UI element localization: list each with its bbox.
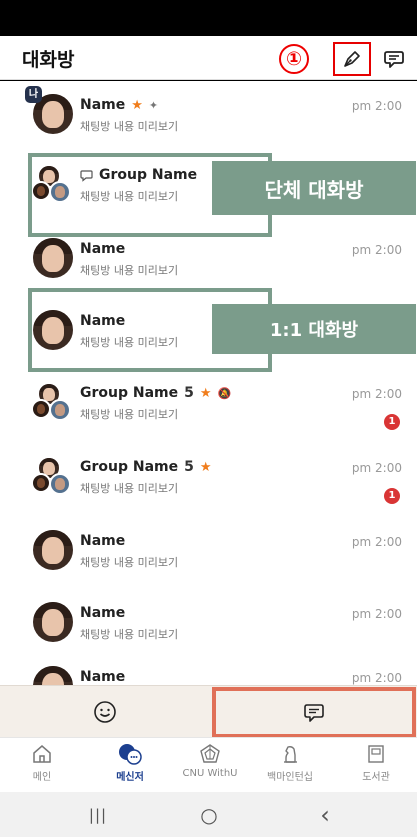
smiley-icon [94,701,116,723]
tab-cnu-withu[interactable]: CNU WithU [170,738,250,793]
chat-row[interactable]: Name 채팅방 내용 미리보기 pm 2:00 [0,227,417,297]
chat-preview: 채팅방 내용 미리보기 [80,408,179,421]
emoji-bar [0,685,417,738]
chat-name: Name [80,669,126,685]
chat-row[interactable]: 나 Name ★ ✦ 채팅방 내용 미리보기 pm 2:00 [0,83,417,153]
new-chat-button[interactable] [381,46,407,72]
avatar [33,530,73,570]
chat-name: Name [80,533,126,549]
chat-row[interactable]: Name 채팅방 내용 미리보기 pm 2:00 [0,519,417,589]
chat-time: pm 2:00 [351,99,402,113]
back-button[interactable]: ‹ [300,800,350,830]
group-chat-annotation: 단체 대화방 [212,161,416,215]
member-count: 5 [184,459,194,475]
emoji-button[interactable] [93,700,117,724]
pen-icon [344,51,360,67]
chat-row[interactable]: Group Name 5 ★ 🔕 채팅방 내용 미리보기 pm 2:00 1 [0,371,417,441]
unread-badge: 1 [384,414,400,430]
mute-icon: 🔕 [217,386,232,400]
member-count: 5 [184,385,194,401]
avatar [33,602,73,642]
compose-button[interactable] [333,42,371,76]
me-badge: 나 [25,86,42,103]
tab-internship[interactable]: 백마인턴십 [250,738,330,793]
chat-row[interactable]: Group Name 5 ★ 채팅방 내용 미리보기 pm 2:00 1 [0,445,417,515]
tab-main[interactable]: 메인 [2,738,82,793]
chat-name: Name [80,605,126,621]
bottom-tab-bar: 메인 메신저 CNU WithU 백마인턴십 도서관 [0,737,417,792]
chat-row[interactable]: Name pm 2:00 [0,655,417,685]
chat-preview: 채팅방 내용 미리보기 [80,264,179,277]
chat-preview: 채팅방 내용 미리보기 [80,628,179,641]
chat-name: Name ★ ✦ [80,97,159,113]
page-title: 대화방 [22,49,75,71]
tab-messenger[interactable]: 메신저 [90,738,170,793]
chat-list[interactable]: 나 Name ★ ✦ 채팅방 내용 미리보기 pm 2:00 Group Nam… [0,81,417,685]
star-icon: ★ [199,385,212,401]
chat-preview: 채팅방 내용 미리보기 [80,482,179,495]
system-nav-bar: ||| ○ ‹ [0,792,417,837]
avatar [33,666,73,685]
horse-icon [284,746,297,763]
app-header: 대화방 ① [0,36,417,80]
chat-time: pm 2:00 [351,607,402,621]
avatar: 나 [25,86,73,134]
tab-library[interactable]: 도서관 [336,738,416,793]
speech-bubble-icon [304,703,324,722]
chat-preview: 채팅방 내용 미리보기 [80,556,179,569]
step-marker: ① [279,44,309,74]
chat-time: pm 2:00 [351,535,402,549]
emblem-icon [200,744,220,763]
direct-chat-annotation: 1:1 대화방 [212,304,416,354]
status-bar [0,0,417,36]
chat-time: pm 2:00 [351,671,402,685]
home-button[interactable]: ○ [184,800,234,830]
star-icon: ★ [131,97,143,113]
chat-row[interactable]: Name 채팅방 내용 미리보기 pm 2:00 [0,591,417,661]
chat-preview: 채팅방 내용 미리보기 [80,120,179,133]
speech-bubble-icon [384,51,404,68]
chat-toggle-button[interactable] [212,687,416,738]
recent-apps-button[interactable]: ||| [73,800,123,830]
chat-time: pm 2:00 [351,461,402,475]
chat-time: pm 2:00 [351,387,402,401]
star-icon: ★ [199,459,212,475]
avatar [33,238,73,278]
chat-name: Group Name 5 ★ 🔕 [80,385,232,401]
pin-icon: ✦ [148,98,159,112]
book-icon [368,745,384,763]
unread-badge: 1 [384,488,400,504]
group-avatar [31,456,73,496]
home-icon [33,745,51,763]
chat-name: Group Name 5 ★ [80,459,212,475]
messenger-icon [119,744,142,765]
group-avatar [31,382,73,422]
chat-name: Name [80,241,126,257]
chat-time: pm 2:00 [351,243,402,257]
